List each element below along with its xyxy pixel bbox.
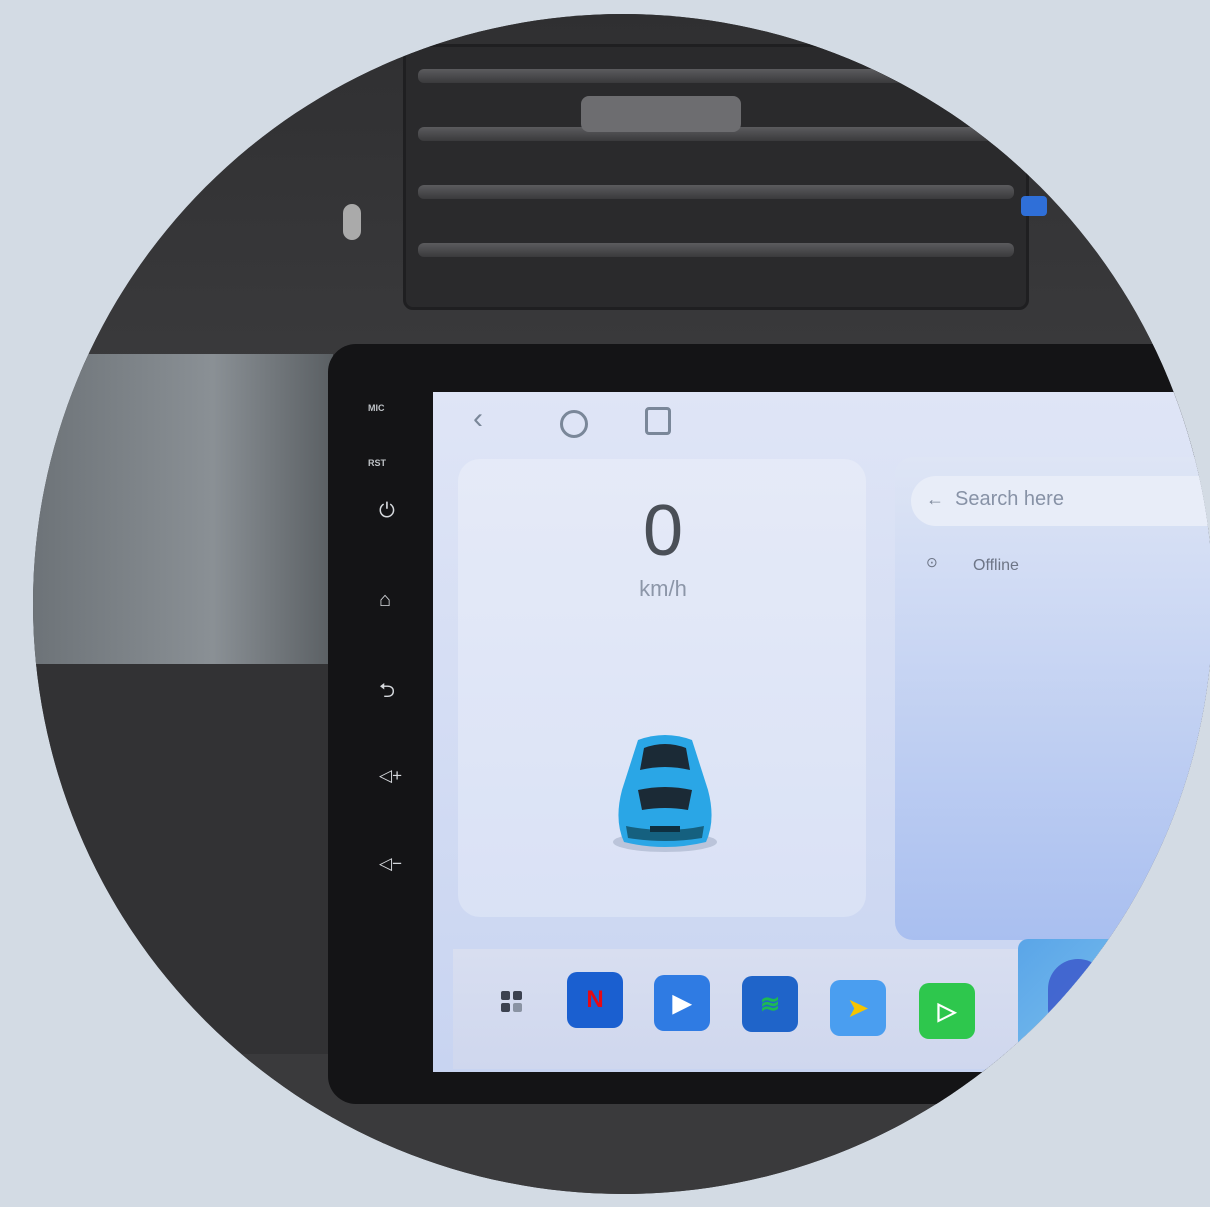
speed-value: 0: [642, 491, 684, 571]
car-image: [613, 735, 717, 852]
photo-circle: MIC RST ⏻ ⌂ ⮌ ◁+ ◁− ‹ 0 km/h ← Search he…: [33, 14, 1210, 1194]
rst-label: RST: [368, 458, 386, 468]
volume-up-icon[interactable]: ◁+: [379, 766, 402, 786]
search-back-icon[interactable]: ←: [926, 489, 944, 510]
netflix-icon[interactable]: N: [567, 972, 623, 1028]
speed-unit: km/h: [639, 576, 687, 601]
youtube-icon[interactable]: ▶: [654, 975, 710, 1031]
recents-icon[interactable]: [645, 407, 671, 435]
map-card: [895, 457, 1210, 940]
home-icon[interactable]: [560, 410, 588, 438]
mic-label: MIC: [368, 403, 385, 413]
air-vent: [403, 44, 1029, 310]
home-button-icon[interactable]: ⌂: [379, 589, 391, 612]
status-text: Offline: [973, 557, 1019, 574]
vent-indicator: [343, 204, 361, 240]
location-icon: ⊙: [926, 554, 938, 570]
search-placeholder: Search here: [955, 488, 1064, 510]
spotify-icon[interactable]: ≋: [742, 976, 798, 1032]
return-icon[interactable]: ⮌: [379, 676, 395, 710]
back-icon[interactable]: ‹: [473, 402, 483, 436]
volume-down-icon[interactable]: ◁−: [379, 854, 402, 874]
vent-knob: [581, 96, 741, 132]
dashboard-trim: [33, 354, 333, 664]
carplay-icon[interactable]: ▷: [919, 983, 975, 1039]
media-tile[interactable]: [1018, 939, 1210, 1079]
power-icon[interactable]: ⏻: [379, 500, 395, 523]
blue-light: [1021, 196, 1047, 216]
navigation-icon[interactable]: ➤: [830, 980, 886, 1036]
apps-grid-icon[interactable]: [501, 991, 522, 1012]
